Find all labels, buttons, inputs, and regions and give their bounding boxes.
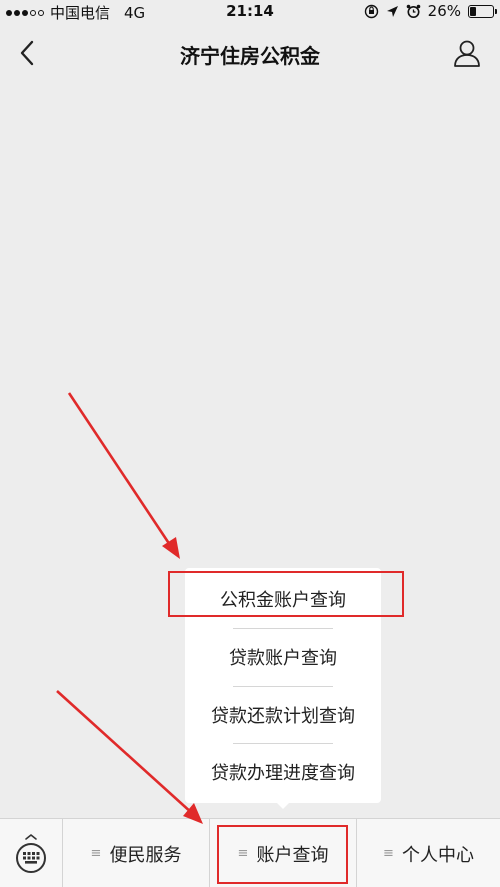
menu-lines-icon: ≡ (383, 846, 394, 861)
arrow-to-account-query-tab (56, 690, 203, 824)
popup-arrow (275, 801, 291, 809)
person-icon (454, 40, 480, 67)
arrow-to-fund-account-query (67, 392, 180, 559)
keyboard-toggle-button[interactable] (0, 819, 63, 887)
highlight-box-fund-account-query (168, 571, 404, 617)
battery-percent: 26% (427, 2, 461, 20)
highlight-box-account-query-tab (217, 825, 348, 884)
tab-convenience-services[interactable]: ≡ 便民服务 (63, 819, 210, 887)
tab-label: 便民服务 (109, 844, 182, 866)
keyboard-icon (16, 833, 46, 873)
status-bar: 中国电信 4G 21:14 26% (0, 0, 500, 22)
battery-icon (468, 4, 497, 18)
status-right: 26% (364, 2, 497, 20)
orientation-lock-icon (364, 4, 378, 18)
nav-bar: 济宁住房公积金 (0, 22, 500, 88)
screen: 中国电信 4G 21:14 26% 济宁住房公积金 公积金账户查询 贷款账户查询… (0, 0, 500, 887)
menu-lines-icon: ≡ (90, 846, 102, 861)
menu-item-loan-account-query[interactable]: 贷款账户查询 (185, 628, 381, 686)
tab-personal-center[interactable]: ≡ 个人中心 (357, 819, 500, 887)
menu-item-repayment-plan-query[interactable]: 贷款还款计划查询 (185, 686, 381, 744)
battery-level (470, 6, 476, 16)
alarm-icon (406, 4, 420, 18)
page-title: 济宁住房公积金 (180, 44, 320, 68)
menu-item-loan-progress-query[interactable]: 贷款办理进度查询 (185, 743, 381, 801)
tab-label: 个人中心 (401, 844, 474, 866)
location-arrow-icon (386, 5, 398, 17)
profile-button[interactable] (450, 36, 484, 70)
